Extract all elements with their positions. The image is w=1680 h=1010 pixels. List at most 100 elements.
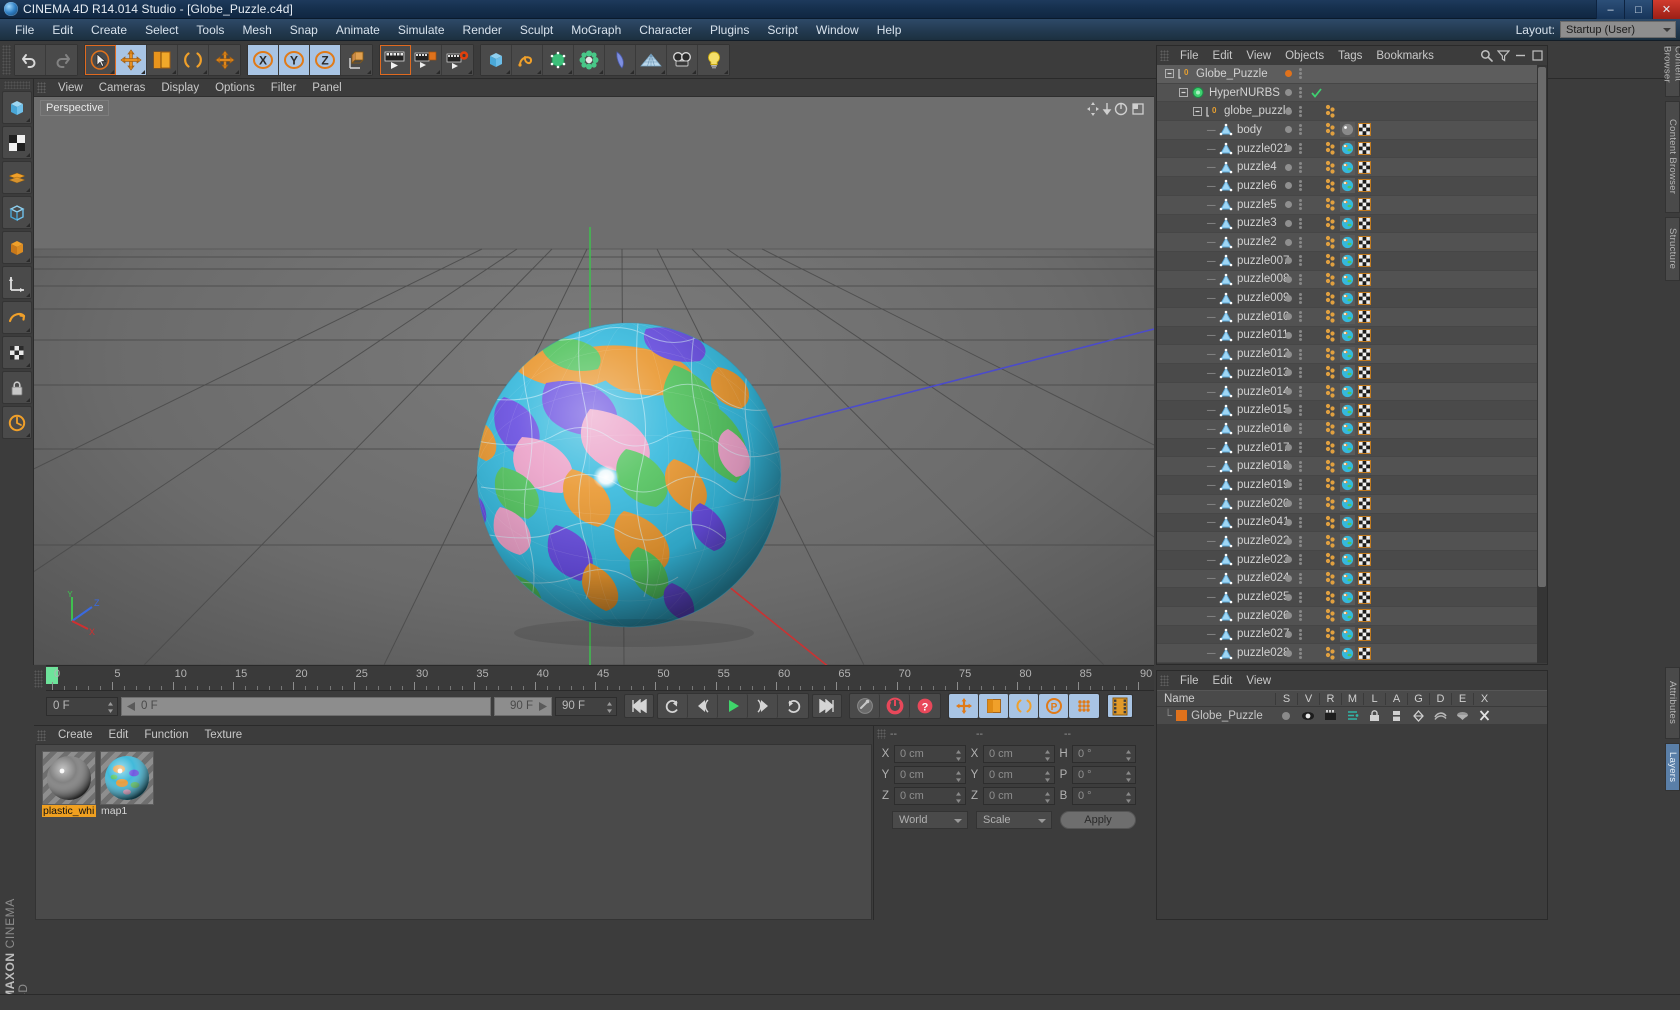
layer-rows[interactable]: └ Globe_Puzzle [1157,707,1547,724]
layer-menu-edit[interactable]: Edit [1206,673,1240,689]
object-menu-edit[interactable]: Edit [1206,48,1240,64]
menu-item-snap[interactable]: Snap [281,20,327,40]
object-row[interactable]: ─ puzzle027 [1157,626,1547,645]
layer-menu-file[interactable]: File [1173,673,1206,689]
uv-tag-icon[interactable] [1358,272,1371,286]
minimize-panel-icon[interactable] [1514,49,1527,62]
maximize-panel-icon[interactable] [1531,49,1544,62]
uv-tag-icon[interactable] [1358,123,1371,137]
play-button[interactable] [718,694,748,718]
visibility-dots[interactable] [1285,612,1292,620]
visibility-dots[interactable] [1285,537,1292,545]
uv-tag-icon[interactable] [1358,422,1371,436]
visibility-dots[interactable] [1285,574,1292,582]
object-row[interactable]: ─ puzzle007 [1157,252,1547,271]
render-settings-icon[interactable] [442,44,473,75]
material-tag-icon[interactable] [1340,290,1355,306]
object-tags[interactable] [1325,215,1371,231]
visibility-dots[interactable] [1285,219,1292,227]
visibility-dots[interactable] [1285,294,1292,302]
material-map1-thumbnail[interactable] [100,751,154,805]
layer-toggle-l[interactable] [1363,709,1385,722]
material-menu-create[interactable]: Create [50,727,101,743]
visibility-dots[interactable] [1285,556,1292,564]
object-tags[interactable] [1325,384,1371,400]
visibility-dots[interactable] [1285,350,1292,358]
uv-tag-icon[interactable] [1358,441,1371,455]
layer-toggle-e[interactable] [1451,711,1473,721]
viewport-menu-options[interactable]: Options [207,80,263,96]
viewport-nav-icons[interactable] [1086,101,1148,117]
object-tags[interactable] [1325,234,1371,250]
layer-color-swatch[interactable] [1176,710,1188,721]
object-row[interactable]: ─ puzzle041 [1157,514,1547,533]
range-left-arrow-icon[interactable] [126,701,137,711]
material-tag-icon[interactable] [1340,234,1355,250]
menu-item-file[interactable]: File [6,20,43,40]
object-tags[interactable] [1325,458,1371,474]
bend-deformer-icon[interactable] [605,44,636,75]
object-options-dots[interactable] [1299,404,1302,416]
object-options-dots[interactable] [1299,628,1302,640]
point-level-anim-button[interactable] [1069,694,1099,718]
material-list[interactable]: plastic_whi map1 [35,744,872,920]
menu-item-simulate[interactable]: Simulate [389,20,454,40]
material-tag-icon[interactable] [1340,477,1355,493]
step-forward-button[interactable] [748,694,778,718]
object-tags[interactable] [1325,327,1371,343]
tab-structure[interactable]: Structure [1665,217,1680,281]
material-tag-icon[interactable] [1340,533,1355,549]
visibility-dots[interactable] [1285,593,1292,601]
object-row[interactable]: ─ puzzle010 [1157,307,1547,327]
object-options-dots[interactable] [1299,423,1302,435]
visibility-dots[interactable] [1285,369,1292,377]
keyframe-selection-button[interactable]: ? [910,694,940,718]
y-axis-lock-icon[interactable]: Y [279,44,310,75]
layer-column-e[interactable]: E [1451,692,1473,705]
object-tags[interactable] [1325,514,1371,530]
quantize-icon[interactable] [1,406,32,439]
camera-icon[interactable] [667,44,698,75]
menu-item-plugins[interactable]: Plugins [701,20,758,40]
object-row[interactable]: ─ puzzle016 [1157,420,1547,439]
object-options-dots[interactable] [1299,180,1302,192]
material-menu-function[interactable]: Function [136,727,196,743]
object-options-dots[interactable] [1299,535,1302,547]
uv-tag-icon[interactable] [1358,328,1371,342]
material-tag-icon[interactable] [1340,608,1355,624]
layer-toggle-v[interactable] [1297,711,1319,721]
layer-column-m[interactable]: M [1341,692,1363,705]
object-tags[interactable] [1325,253,1371,269]
menu-item-create[interactable]: Create [82,20,136,40]
layer-toggle-a[interactable] [1385,710,1407,722]
layer-toggle-m[interactable] [1341,710,1363,721]
material-tag-icon[interactable] [1340,271,1355,287]
object-menu-file[interactable]: File [1173,48,1206,64]
object-tags[interactable] [1325,122,1371,138]
object-row[interactable]: ─ puzzle028 [1157,644,1547,663]
layer-toggle-s[interactable] [1275,711,1297,721]
material-tag-icon[interactable] [1340,570,1355,586]
nurbs-icon[interactable] [543,44,574,75]
tab-layers[interactable]: Layers [1665,743,1680,791]
param-key-button[interactable]: P [1039,694,1069,718]
spinner-icon[interactable] [107,701,114,714]
object-menu-view[interactable]: View [1239,48,1278,64]
visibility-dots[interactable] [1285,518,1292,526]
coord-rot-field[interactable]: 0 ° [1072,786,1136,805]
viewport-3d[interactable]: Perspective Y Z X [34,97,1154,665]
layer-row[interactable]: └ Globe_Puzzle [1157,707,1547,724]
object-tags[interactable] [1325,178,1371,194]
visibility-dots[interactable] [1285,257,1292,265]
play-reverse-loop-button[interactable] [658,694,688,718]
menu-item-character[interactable]: Character [630,20,701,40]
object-tags[interactable] [1325,589,1371,605]
object-tags[interactable] [1325,365,1371,381]
object-tags[interactable] [1325,608,1371,624]
material-tag-icon[interactable] [1340,215,1355,231]
object-world-icon[interactable] [341,44,372,75]
object-row[interactable]: 0 globe_puzzle [1157,102,1547,122]
object-options-dots[interactable] [1299,591,1302,603]
object-options-dots[interactable] [1299,572,1302,584]
uv-tag-icon[interactable] [1358,590,1371,604]
